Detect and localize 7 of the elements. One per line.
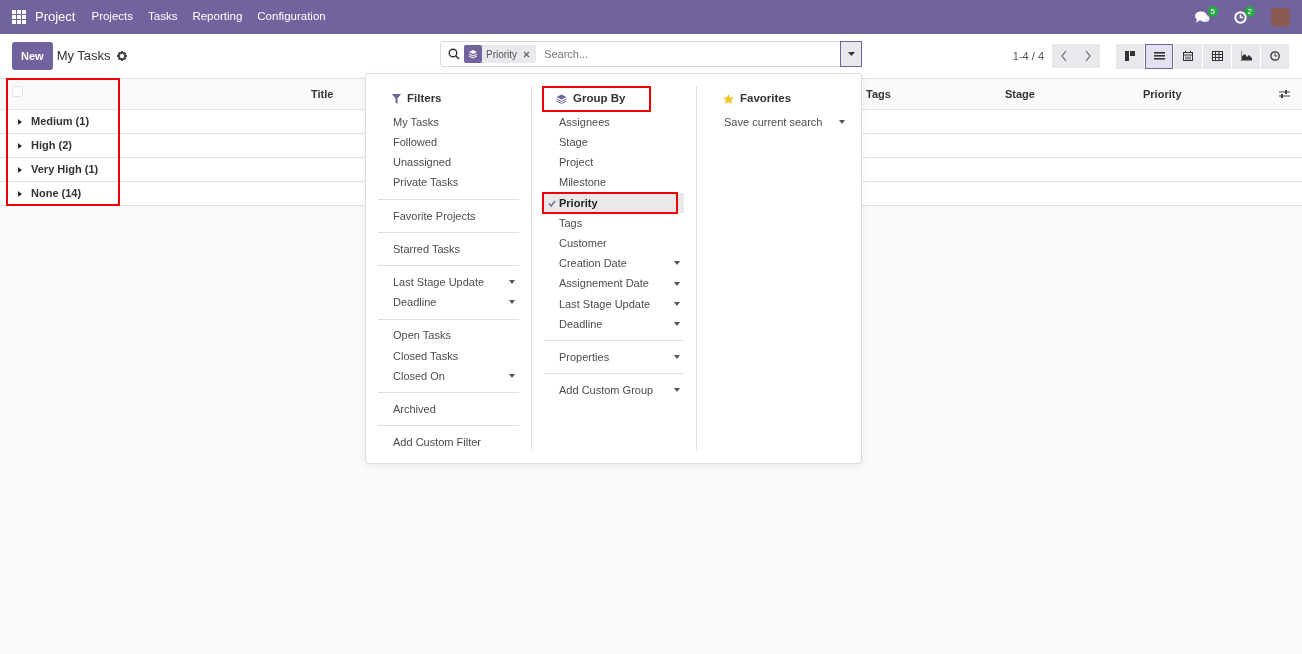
- pager-value: 1-4 / 4: [1012, 48, 1044, 64]
- breadcrumb-title: My Tasks: [56, 47, 111, 66]
- section-title: Group By: [542, 86, 651, 112]
- section-title: Favorites: [709, 86, 849, 112]
- count-badge: 5: [1207, 5, 1218, 17]
- count-badge: 2: [1244, 5, 1255, 17]
- section-title: Filters: [378, 86, 519, 112]
